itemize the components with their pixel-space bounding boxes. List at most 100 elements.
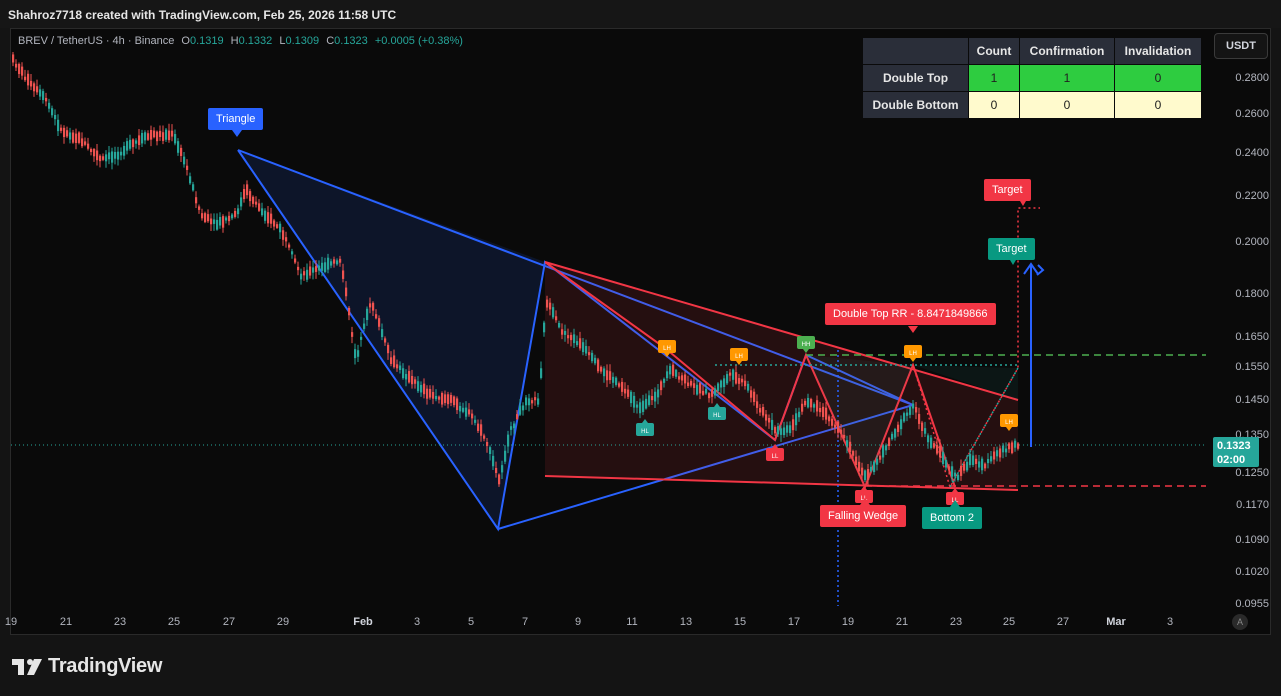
candle-body <box>432 392 435 399</box>
candle-body <box>933 443 936 448</box>
candle-body <box>549 302 552 310</box>
candle-body <box>564 330 567 335</box>
pivot-pointer <box>910 358 916 362</box>
candle-body <box>198 206 201 210</box>
double-top-rr-tag[interactable]: Double Top RR - 8.8471849866 <box>825 303 996 325</box>
auto-scale-button[interactable]: A <box>1232 614 1248 630</box>
candle-body <box>834 424 837 428</box>
candle-body <box>669 366 672 375</box>
stats-cell: 1 <box>1019 64 1115 92</box>
candle-body <box>1011 442 1014 454</box>
candle-body <box>666 371 669 379</box>
candle-body <box>744 380 747 387</box>
candle-body <box>861 467 864 476</box>
candle-body <box>531 400 534 404</box>
candle-body <box>114 151 117 159</box>
candle-body <box>429 388 432 398</box>
candle-body <box>60 127 63 131</box>
candle-body <box>414 379 417 384</box>
candle-body <box>192 184 195 191</box>
pivot-label: LH <box>663 346 671 352</box>
candle-body <box>435 395 438 400</box>
candle-body <box>489 447 492 455</box>
candle-body <box>54 114 57 120</box>
candle-body <box>984 463 987 469</box>
candle-body <box>384 338 387 343</box>
candle-body <box>225 217 228 221</box>
candle-body <box>30 80 33 87</box>
candle-body <box>630 391 633 404</box>
candle-body <box>849 441 852 453</box>
candle-body <box>567 335 570 339</box>
candle-body <box>213 219 216 224</box>
candle-body <box>246 184 249 196</box>
candle-body <box>96 150 99 161</box>
candle-body <box>723 378 726 388</box>
candle-body <box>534 397 537 401</box>
candle-body <box>444 394 447 403</box>
candle-body <box>513 423 516 429</box>
candle-body <box>393 355 396 368</box>
open-label: O <box>181 35 190 47</box>
candle-body <box>216 219 219 230</box>
candle-body <box>648 395 651 405</box>
candle-body <box>606 370 609 381</box>
candle-body <box>981 458 984 471</box>
candle-body <box>915 407 918 413</box>
candle-body <box>159 130 162 137</box>
candle-body <box>102 156 105 160</box>
candle-body <box>309 266 312 276</box>
target-red-tag[interactable]: Target <box>984 179 1031 201</box>
stats-header-confirmation: Confirmation <box>1019 37 1115 65</box>
candle-body <box>507 434 510 447</box>
candle-body <box>150 129 153 140</box>
pivot-label: LL <box>772 454 779 460</box>
triangle-tag[interactable]: Triangle <box>208 108 264 130</box>
candle-body <box>129 139 132 149</box>
price-tick-label: 0.1250 <box>1235 467 1269 479</box>
time-tick-label: 19 <box>4 616 18 628</box>
time-tick-label: 13 <box>679 616 693 628</box>
candle-body <box>147 133 150 140</box>
price-tick-label: 0.1550 <box>1235 361 1269 373</box>
candle-body <box>525 397 528 406</box>
candle-body <box>66 130 69 137</box>
falling-wedge-tag[interactable]: Falling Wedge <box>820 505 907 527</box>
candle-body <box>711 389 714 397</box>
candle-body <box>267 212 270 224</box>
candle-body <box>735 372 738 384</box>
pivot-label: LH <box>909 351 917 357</box>
candle-body <box>690 380 693 386</box>
candle-body <box>273 220 276 227</box>
candle-body <box>654 391 657 402</box>
candle-body <box>657 389 660 398</box>
candle-body <box>1002 445 1005 453</box>
candle-body <box>18 63 21 74</box>
candle-body <box>975 458 978 464</box>
stats-header-invalidation: Invalidation <box>1114 37 1202 65</box>
candle-body <box>900 419 903 430</box>
price-tick-label: 0.1650 <box>1235 331 1269 343</box>
candle-body <box>621 381 624 392</box>
candle-body <box>831 418 834 426</box>
target-green-arrowhead <box>1036 264 1045 276</box>
currency-button[interactable]: USDT <box>1214 33 1268 59</box>
candle-body <box>876 458 879 465</box>
symbol-name[interactable]: BREV / TetherUS · 4h · Binance <box>18 35 174 47</box>
candle-body <box>477 423 480 431</box>
candle-body <box>480 424 483 436</box>
time-tick-label: 27 <box>222 616 236 628</box>
tradingview-logo-icon <box>12 659 42 675</box>
target-green-tag[interactable]: Target <box>988 238 1035 260</box>
symbol-info: BREV / TetherUS · 4h · Binance O0.1319 H… <box>18 35 463 47</box>
candle-body <box>405 373 408 380</box>
candle-body <box>579 338 582 349</box>
time-tick-label: 9 <box>574 616 582 628</box>
candle-body <box>897 424 900 433</box>
candle-body <box>924 428 927 434</box>
candle-body <box>450 394 453 403</box>
candle-body <box>792 419 795 431</box>
bottom-2-tag[interactable]: Bottom 2 <box>922 507 983 529</box>
candle-body <box>162 132 165 141</box>
candle-body <box>762 407 765 416</box>
